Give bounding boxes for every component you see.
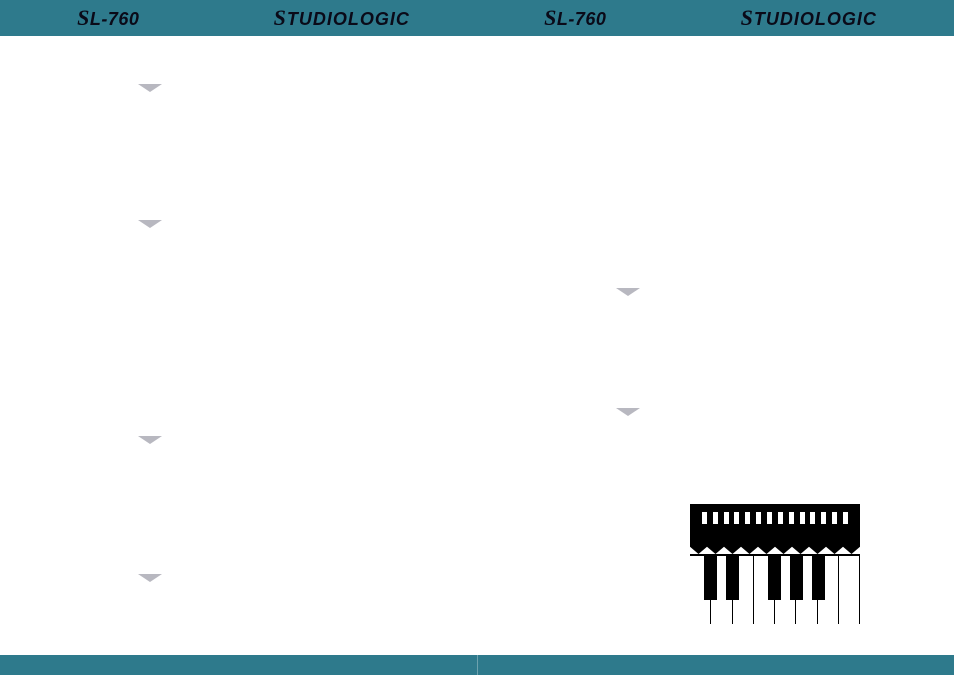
arrow-down-icon [616,408,640,416]
arrow-down-icon [138,574,162,582]
brand-s-prefix: S [544,5,557,30]
piano-keys [690,554,860,624]
content-area [0,36,954,655]
keyboard-top-panel [690,504,860,542]
brand-model-right: SL-760 [544,5,606,31]
brand-name-text: TUDIOLOGIC [754,9,877,29]
black-key [704,556,717,600]
arrow-down-icon [138,436,162,444]
brand-model-left: SL-760 [77,5,139,31]
arrow-down-icon [138,220,162,228]
black-key [812,556,825,600]
black-key [790,556,803,600]
footer-bar [0,655,954,675]
brand-model-text: L-760 [557,9,607,29]
black-key [768,556,781,600]
keyboard-mini-keys [700,512,850,524]
keyboard-zigzag-edge [690,542,860,554]
arrow-down-icon [616,288,640,296]
brand-s-prefix: S [741,5,754,30]
header-bar: SL-760 STUDIOLOGIC SL-760 STUDIOLOGIC [0,0,954,36]
white-key [839,556,860,624]
black-key [726,556,739,600]
keyboard-illustration [690,504,860,624]
brand-model-text: L-760 [90,9,140,29]
brand-name-right: STUDIOLOGIC [741,5,877,31]
footer-divider [477,655,478,675]
arrow-down-icon [138,84,162,92]
brand-name-text: TUDIOLOGIC [287,9,410,29]
brand-s-prefix: S [77,5,90,30]
brand-name-left: STUDIOLOGIC [274,5,410,31]
brand-s-prefix: S [274,5,287,30]
